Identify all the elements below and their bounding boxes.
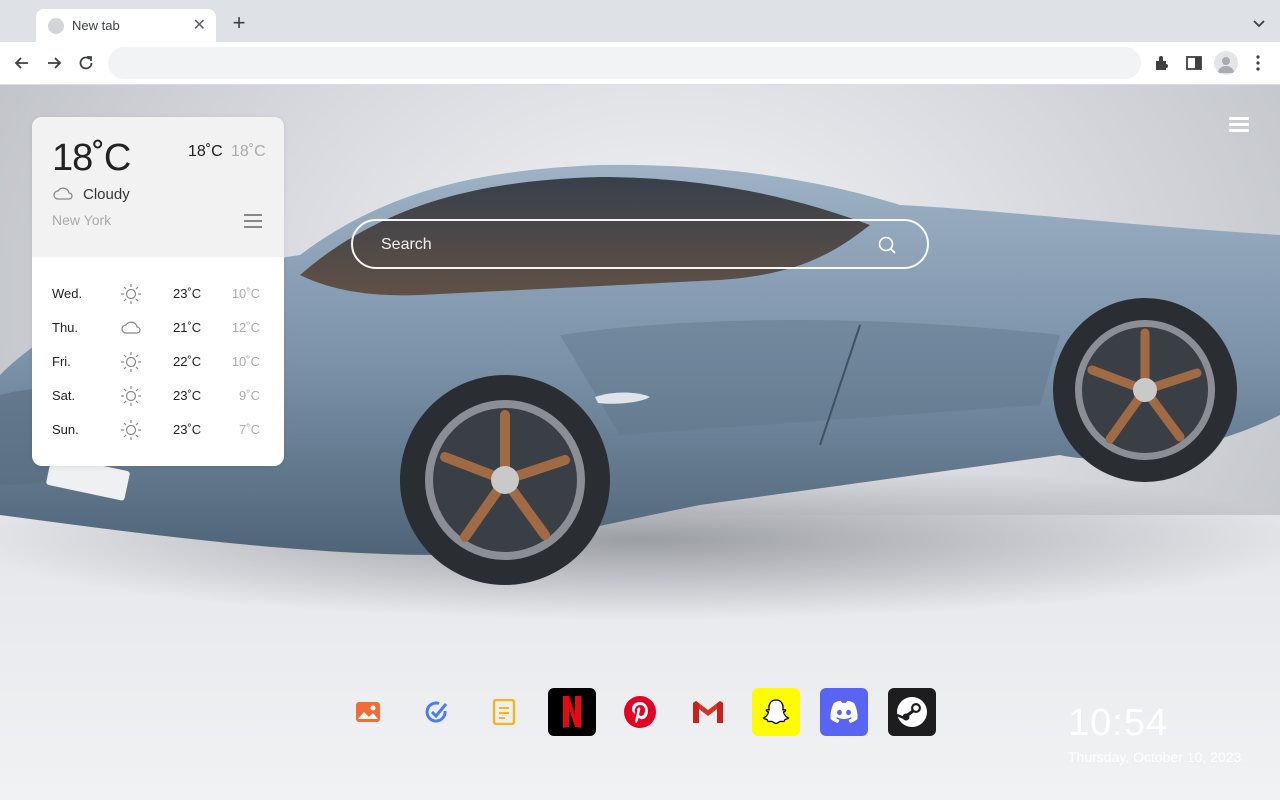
weather-list-icon[interactable] — [244, 214, 262, 229]
app-discord[interactable] — [820, 688, 868, 736]
clock-date: Thursday, October 10, 2023 — [1068, 749, 1242, 765]
forecast-row: Wed. 23˚C 10˚C — [32, 277, 284, 311]
settings-menu-button[interactable] — [1229, 117, 1249, 133]
forecast-high: 22˚C — [173, 354, 202, 369]
sun-icon — [121, 420, 141, 440]
more-menu-icon[interactable] — [1248, 53, 1268, 73]
side-panel-icon[interactable] — [1184, 53, 1204, 73]
app-dock — [344, 688, 936, 736]
sun-icon — [121, 284, 141, 304]
clock-time: 10:54 — [1068, 702, 1169, 744]
current-temperature: 18˚C — [52, 137, 131, 179]
new-tab-page: 18˚C 18˚C 18˚C Cloudy New York Wed. 23˚C… — [0, 85, 1280, 800]
forecast-high: 23˚C — [173, 388, 202, 403]
sun-icon — [121, 386, 141, 406]
back-icon[interactable] — [12, 53, 32, 73]
weather-widget: 18˚C 18˚C 18˚C Cloudy New York Wed. 23˚C… — [32, 117, 284, 466]
extensions-icon[interactable] — [1152, 53, 1172, 73]
app-notes[interactable] — [480, 688, 528, 736]
forecast-low: 10˚C — [231, 286, 260, 301]
close-tab-button[interactable]: ✕ — [193, 17, 206, 34]
sun-icon — [121, 352, 141, 372]
forecast-day: Fri. — [52, 354, 71, 369]
steam-icon — [896, 697, 927, 727]
app-snapchat[interactable] — [752, 688, 800, 736]
forecast-row: Sun. 23˚C 7˚C — [32, 413, 284, 447]
discord-icon — [830, 700, 858, 723]
weather-forecast: Wed. 23˚C 10˚C Thu. 21˚C 12˚C Fri. 22˚C … — [32, 277, 284, 447]
cloud-icon — [53, 187, 73, 200]
snapchat-icon — [762, 699, 790, 725]
app-tasks[interactable] — [412, 688, 460, 736]
today-high: 18˚C — [188, 143, 223, 160]
search-input[interactable] — [381, 232, 861, 258]
tab-title: New tab — [72, 18, 120, 33]
check-circle-icon — [425, 701, 448, 723]
app-gmail[interactable] — [684, 688, 732, 736]
forecast-row: Sat. 23˚C 9˚C — [32, 379, 284, 413]
forecast-low: 7˚C — [239, 422, 260, 437]
image-icon — [356, 702, 380, 722]
note-icon — [492, 699, 516, 725]
new-tab-button[interactable]: + — [228, 12, 250, 34]
weather-current: 18˚C 18˚C 18˚C Cloudy New York — [32, 117, 284, 257]
forward-icon[interactable] — [44, 53, 64, 73]
app-steam[interactable] — [888, 688, 936, 736]
forecast-day: Sat. — [52, 388, 76, 403]
forecast-low: 12˚C — [231, 320, 260, 335]
forecast-high: 23˚C — [173, 422, 202, 437]
forecast-day: Thu. — [52, 320, 79, 335]
reload-icon[interactable] — [76, 53, 96, 73]
profile-avatar-icon[interactable] — [1214, 51, 1238, 75]
app-pinterest[interactable] — [616, 688, 664, 736]
forecast-high: 21˚C — [173, 320, 202, 335]
tab-strip: New tab ✕ + — [0, 0, 1280, 42]
address-bar[interactable] — [108, 47, 1141, 79]
forecast-day: Sun. — [52, 422, 79, 437]
app-wallpaper[interactable] — [344, 688, 392, 736]
cloud-icon — [121, 321, 141, 334]
chevron-down-icon[interactable] — [1252, 16, 1266, 30]
netflix-icon — [563, 696, 581, 728]
weather-condition: Cloudy — [83, 186, 130, 203]
search-icon[interactable] — [877, 235, 897, 255]
app-netflix[interactable] — [548, 688, 596, 736]
forecast-low: 9˚C — [239, 388, 260, 403]
forecast-row: Fri. 22˚C 10˚C — [32, 345, 284, 379]
tab-new-tab[interactable]: New tab ✕ — [36, 9, 216, 42]
browser-toolbar — [0, 42, 1280, 85]
favicon-icon — [48, 17, 64, 34]
gmail-icon — [693, 701, 723, 723]
forecast-row: Thu. 21˚C 12˚C — [32, 311, 284, 345]
forecast-high: 23˚C — [173, 286, 202, 301]
weather-city: New York — [52, 212, 112, 228]
forecast-low: 10˚C — [231, 354, 260, 369]
today-low: 18˚C — [231, 143, 266, 160]
forecast-day: Wed. — [52, 286, 83, 301]
pinterest-icon — [624, 696, 656, 728]
search-box — [351, 219, 929, 269]
